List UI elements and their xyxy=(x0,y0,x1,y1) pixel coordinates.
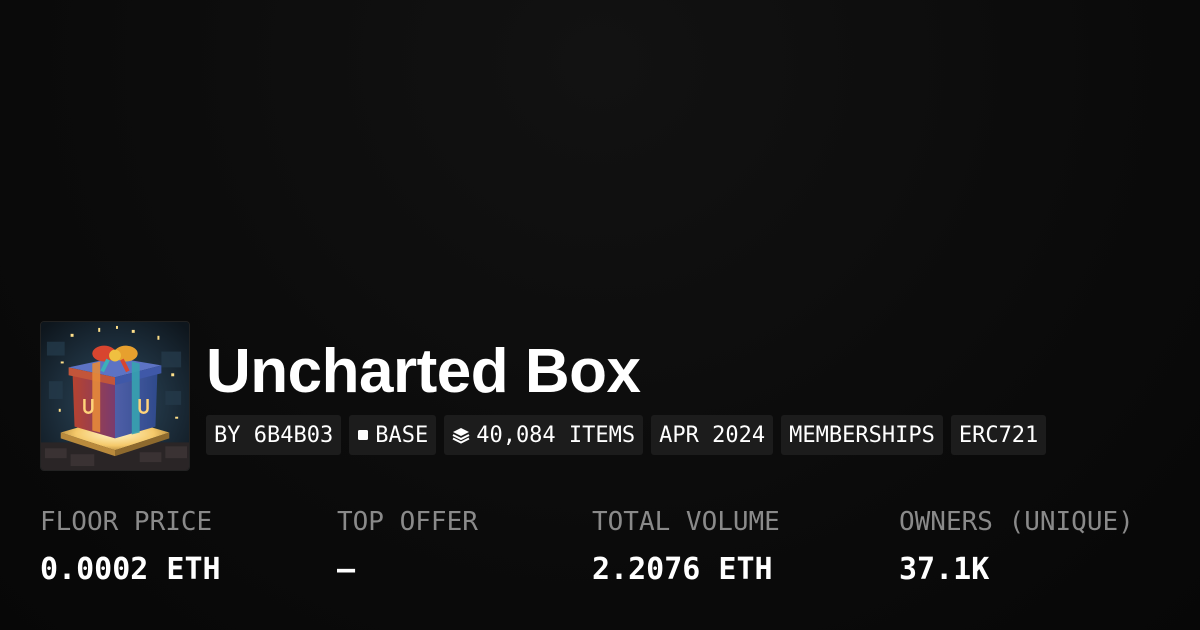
collection-image xyxy=(40,321,190,471)
stat-top-offer: TOP OFFER — xyxy=(337,500,478,596)
tag-category-label: MEMBERSHIPS xyxy=(789,422,935,448)
stat-value: — xyxy=(337,552,356,587)
collection-title: Uncharted Box xyxy=(206,337,641,406)
tag-date-label: APR 2024 xyxy=(659,422,766,448)
chain-square-icon xyxy=(357,429,369,441)
stat-total-volume: TOTAL VOLUME 2.2076 ETH xyxy=(592,500,780,596)
tag-chain[interactable]: BASE xyxy=(349,415,437,455)
stat-value: 0.0002 ETH xyxy=(40,552,221,587)
tag-chain-label: BASE xyxy=(375,422,429,448)
stat-label: OWNERS (UNIQUE) xyxy=(899,507,1134,537)
stats-row: FLOOR PRICE 0.0002 ETH TOP OFFER — TOTAL… xyxy=(40,500,1180,600)
stat-label: TOTAL VOLUME xyxy=(592,507,780,537)
tag-date: APR 2024 xyxy=(651,415,774,455)
stat-label: FLOOR PRICE xyxy=(40,507,213,537)
tag-row: BY 6B4B03 BASE 40,084 ITEMS APR 2024 MEM… xyxy=(206,415,1047,455)
tag-creator[interactable]: BY 6B4B03 xyxy=(206,415,342,455)
tag-standard-label: ERC721 xyxy=(958,422,1039,448)
stat-value: 2.2076 ETH xyxy=(592,552,773,587)
stat-owners: OWNERS (UNIQUE) 37.1K xyxy=(899,500,1134,596)
tag-creator-label: BY 6B4B03 xyxy=(214,422,334,448)
stat-floor-price: FLOOR PRICE 0.0002 ETH xyxy=(40,500,221,596)
share-card: Uncharted Box BY 6B4B03 BASE 40,084 ITEM… xyxy=(0,0,1200,630)
tag-category[interactable]: MEMBERSHIPS xyxy=(781,415,943,455)
stat-label: TOP OFFER xyxy=(337,507,478,537)
tag-standard: ERC721 xyxy=(950,415,1047,455)
gift-box-icon xyxy=(41,322,189,470)
tag-items-label: 40,084 ITEMS xyxy=(476,422,636,448)
stat-value: 37.1K xyxy=(899,552,990,587)
layers-icon xyxy=(452,426,470,444)
tag-items[interactable]: 40,084 ITEMS xyxy=(444,415,644,455)
